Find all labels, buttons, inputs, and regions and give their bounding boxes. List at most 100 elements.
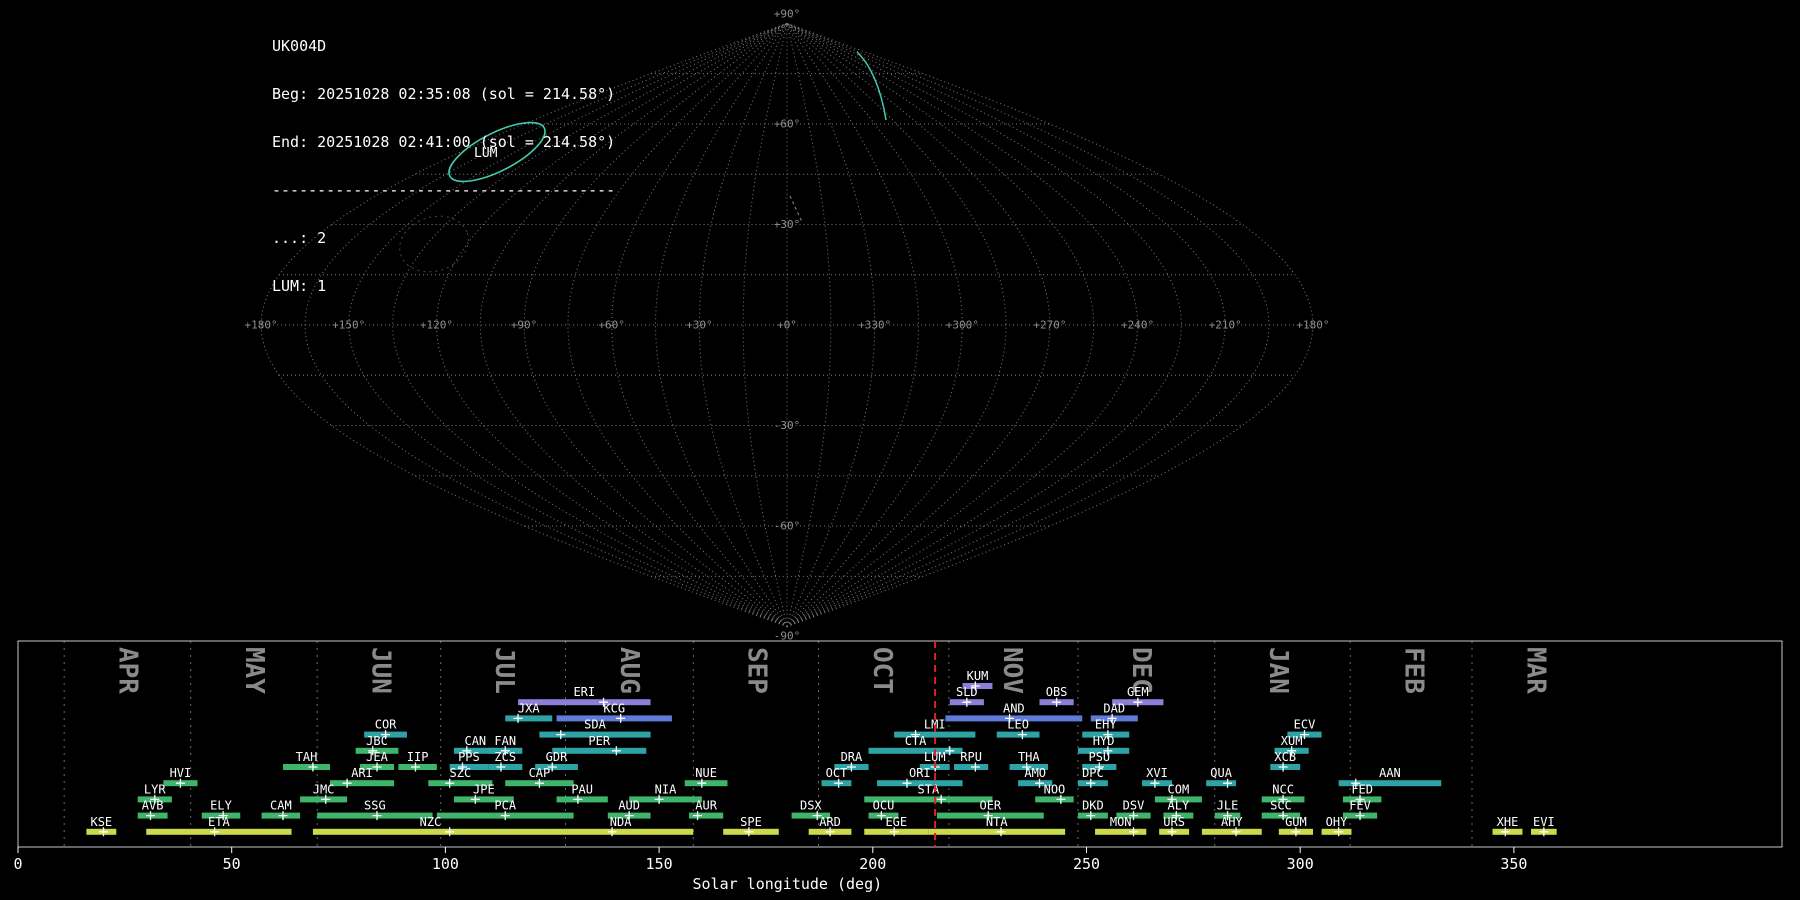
shower-label: PCA xyxy=(494,799,516,813)
shower-label: OER xyxy=(979,799,1001,813)
shower-label: JMC xyxy=(313,782,335,796)
shower-label: THA xyxy=(1018,750,1040,764)
shower-label: NTA xyxy=(986,815,1008,829)
shower-label: ETA xyxy=(208,815,230,829)
shower-label: NCC xyxy=(1272,782,1294,796)
shower-label: CAP xyxy=(529,766,551,780)
month-label: NOV xyxy=(997,647,1027,694)
plot-scene: +180° +150° +120° +90° +60° +30° +0° +330° +300°… xyxy=(13,7,1783,893)
count-lum: LUM: 1 xyxy=(272,277,327,295)
x-tick-label: 100 xyxy=(432,855,459,873)
shower-label: SCC xyxy=(1270,799,1292,813)
separator-line: -------------------------------------- xyxy=(272,181,616,199)
lon-label: +180° xyxy=(1296,319,1329,332)
shower-CAM: CAM xyxy=(261,799,301,821)
shower-label: XHE xyxy=(1497,815,1519,829)
meteor-trail xyxy=(856,51,887,121)
end-time: End: 20251028 02:41:00 (sol = 214.58°) xyxy=(272,133,616,151)
shower-label: NDA xyxy=(610,815,632,829)
shower-label: AUD xyxy=(618,799,640,813)
shower-label: EGE xyxy=(885,815,907,829)
activity-bar xyxy=(556,715,672,722)
shower-EVI: EVI xyxy=(1530,815,1557,837)
lon-label: +330° xyxy=(858,319,891,332)
shower-label: COR xyxy=(375,718,397,732)
shower-label: NZC xyxy=(420,815,442,829)
shower-label: CAN xyxy=(464,734,486,748)
shower-label: NUE xyxy=(695,766,717,780)
x-tick-label: 50 xyxy=(223,855,241,873)
shower-label: ERI xyxy=(573,685,595,699)
shower-label: QUA xyxy=(1210,766,1232,780)
x-tick-label: 200 xyxy=(859,855,886,873)
shower-label: CAM xyxy=(270,799,292,813)
shower-label: DSV xyxy=(1123,799,1145,813)
month-label: OCT xyxy=(867,647,897,694)
shower-label: PER xyxy=(588,734,610,748)
shower-label: LYR xyxy=(144,782,166,796)
shower-bars: KUMERI SLD OBS GEMJXA KCG AND DADCOR SDA LMI LEO E… xyxy=(86,669,1557,837)
x-axis-title: Solar longitude (deg) xyxy=(692,875,882,893)
shower-label: OHY xyxy=(1326,815,1348,829)
shower-XCB: XCB xyxy=(1270,750,1301,772)
month-label: MAR xyxy=(1520,647,1550,694)
shower-label: GUM xyxy=(1285,815,1307,829)
shower-label: ALY xyxy=(1168,799,1190,813)
shower-label: SLD xyxy=(956,685,978,699)
activity-bar xyxy=(547,828,694,835)
shower-label: XCB xyxy=(1274,750,1296,764)
shower-label: NIA xyxy=(655,782,677,796)
shower-label: FEV xyxy=(1349,799,1371,813)
peak-marker xyxy=(445,827,455,837)
shower-label: URS xyxy=(1163,815,1185,829)
shower-label: AMO xyxy=(1024,766,1046,780)
shower-label: RPU xyxy=(960,750,982,764)
shower-NUE: NUE xyxy=(684,766,728,788)
shower-label: JBC xyxy=(366,734,388,748)
lon-label: +210° xyxy=(1209,319,1242,332)
x-tick-label: 150 xyxy=(646,855,673,873)
begin-time: Beg: 20251028 02:35:08 (sol = 214.58°) xyxy=(272,85,616,103)
shower-label: OBS xyxy=(1046,685,1068,699)
shower-label: KCG xyxy=(603,701,625,715)
app-canvas: +180° +150° +120° +90° +60° +30° +0° +330° +300°… xyxy=(0,0,1800,900)
shower-QUA: QUA xyxy=(1206,766,1237,788)
lat-label: -30° xyxy=(774,419,801,432)
shower-label: ECV xyxy=(1294,718,1316,732)
x-axis-ticks: 0 50 100 150 200 250 300 350 xyxy=(13,847,1527,873)
shower-label: KUM xyxy=(967,669,989,683)
month-label: FEB xyxy=(1398,647,1428,694)
shower-HVI: HVI xyxy=(163,766,198,788)
shower-label: XUM xyxy=(1281,734,1303,748)
shower-label: JLE xyxy=(1217,799,1239,813)
shower-label: AUR xyxy=(695,799,717,813)
shower-KSE: KSE xyxy=(86,815,117,837)
shower-URS: URS xyxy=(1159,815,1190,837)
activity-bar xyxy=(282,764,331,770)
shower-label: ARD xyxy=(819,815,841,829)
shower-OBS: OBS xyxy=(1039,685,1074,707)
shower-label: HYD xyxy=(1093,734,1115,748)
month-labels: APR MAY JUN JUL AUG SEP OCT NOV DEC JAN FEB MAR xyxy=(112,647,1550,694)
activity-bar xyxy=(330,780,395,787)
shower-label: KSE xyxy=(90,815,112,829)
shower-label: AAN xyxy=(1379,766,1401,780)
shower-label: COM xyxy=(1168,782,1190,796)
x-tick-label: 0 xyxy=(13,855,22,873)
activity-bar xyxy=(1095,828,1147,835)
shower-label: ORI xyxy=(909,766,931,780)
shower-label: OCU xyxy=(873,799,895,813)
shower-label: GEM xyxy=(1127,685,1149,699)
month-label: APR xyxy=(112,647,142,694)
peak-marker xyxy=(556,730,566,740)
shower-label: IIP xyxy=(407,750,429,764)
shower-IIP: IIP xyxy=(398,750,437,772)
shower-label: HVI xyxy=(170,766,192,780)
shower-label: AND xyxy=(1003,701,1025,715)
shower-label: EHY xyxy=(1095,718,1117,732)
month-label: JUL xyxy=(489,647,519,694)
shower-label: SSG xyxy=(364,799,386,813)
shower-label: DAD xyxy=(1103,701,1125,715)
shower-SPE: SPE xyxy=(723,815,779,837)
shower-label: LEO xyxy=(1007,718,1029,732)
